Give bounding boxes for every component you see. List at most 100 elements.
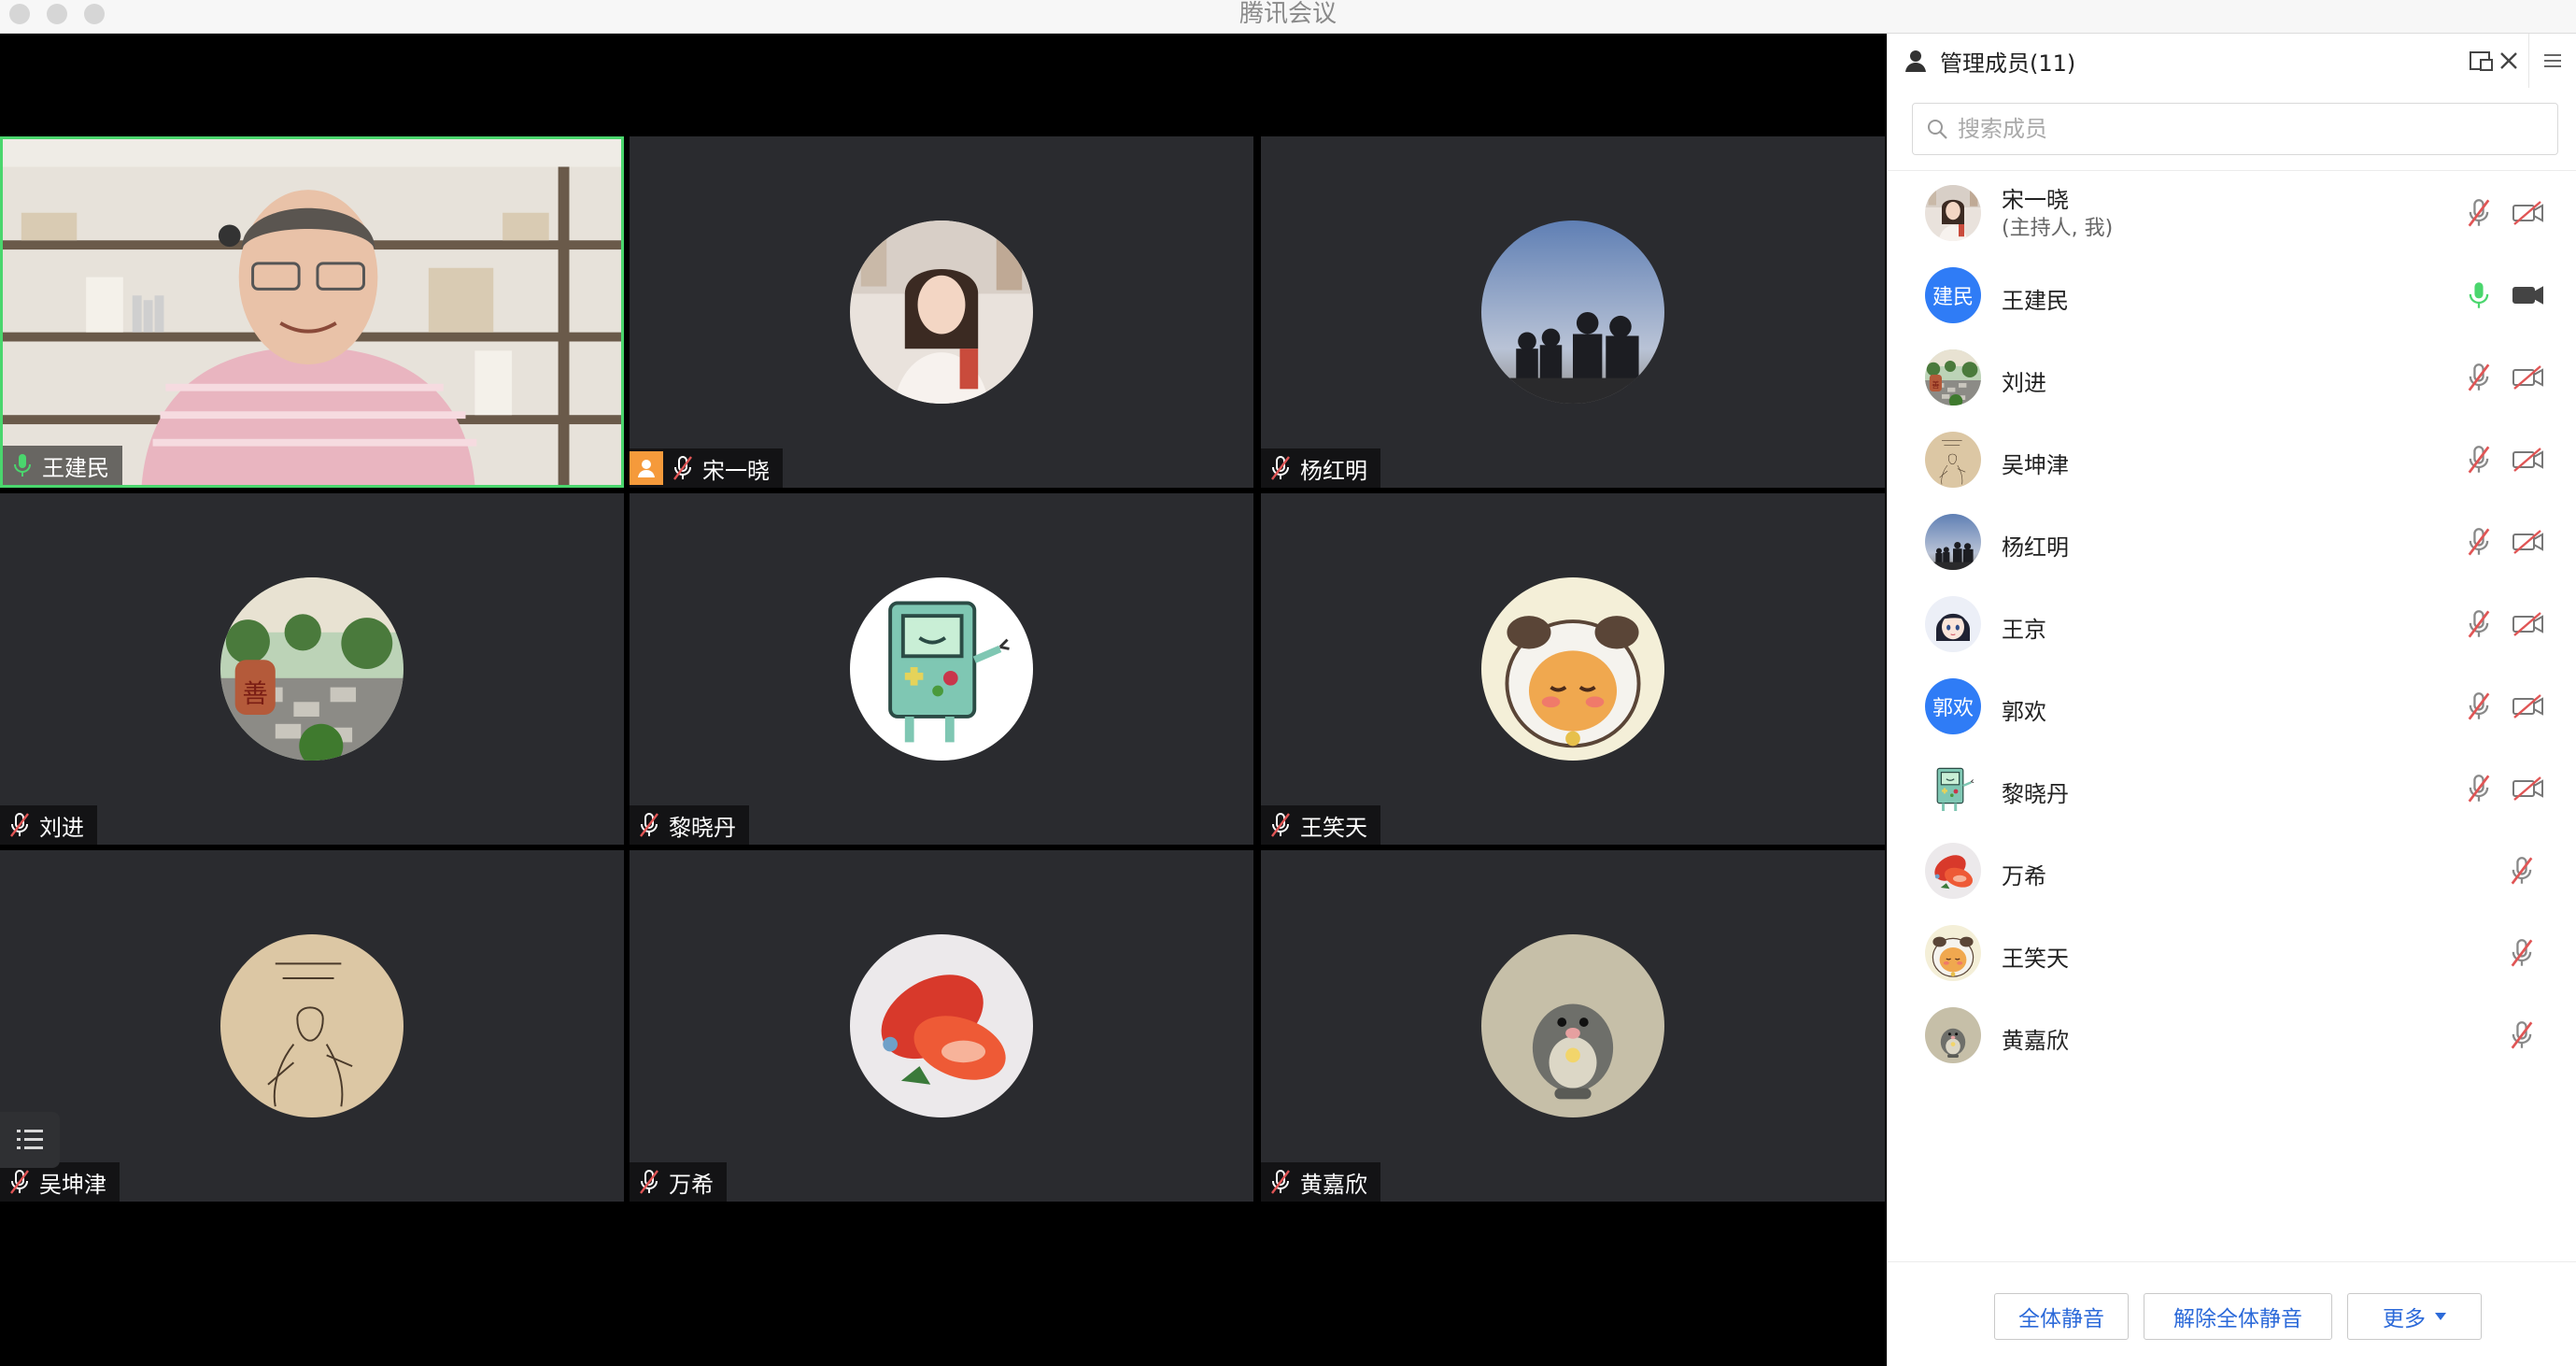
participant-avatar [1481, 577, 1664, 761]
mic-muted-icon[interactable] [2510, 1020, 2534, 1050]
member-avatar [1925, 1007, 1981, 1063]
toggle-list-button[interactable] [0, 1112, 60, 1168]
camera-off-icon[interactable] [2512, 693, 2545, 719]
member-row[interactable]: 郭欢 郭欢 [1888, 665, 2576, 747]
list-icon [17, 1130, 43, 1149]
search-divider [1888, 170, 2576, 171]
video-tile[interactable]: 杨红明 [1261, 136, 1885, 488]
member-avatar: 郭欢 [1925, 678, 1981, 734]
camera-off-icon[interactable] [2512, 775, 2545, 802]
svg-text:善: 善 [243, 679, 268, 708]
name-tag: 黎晓丹 [630, 805, 749, 845]
video-tile[interactable]: 吴坤津 [0, 850, 624, 1202]
member-name: 黄嘉欣 [2002, 1028, 2069, 1054]
members-panel: 管理成员(11) 宋一晓(主持人, 我)建民王建民善刘进吴坤津杨红明王京郭欢郭欢… [1887, 34, 2576, 1366]
search-field[interactable] [1912, 103, 2558, 155]
video-tile[interactable]: 黄嘉欣 [1261, 850, 1885, 1202]
member-name: 宋一晓 [2002, 187, 2069, 213]
caret-down-icon [2435, 1313, 2446, 1320]
footer-divider [1888, 1261, 2576, 1262]
mic-on-icon[interactable] [2467, 280, 2491, 310]
camera-on-icon[interactable] [2512, 282, 2545, 308]
member-avatar: 建民 [1925, 267, 1981, 323]
member-row[interactable]: 王京 [1888, 583, 2576, 665]
svg-text:善: 善 [1932, 380, 1939, 390]
participant-avatar [850, 934, 1033, 1117]
video-tile[interactable]: 善刘进 [0, 493, 624, 845]
member-name: 王京 [2002, 617, 2046, 643]
close-icon[interactable] [2493, 45, 2525, 77]
mic-muted-icon[interactable] [2467, 774, 2491, 804]
video-tile[interactable]: 万希 [630, 850, 1253, 1202]
member-row[interactable]: 吴坤津 [1888, 419, 2576, 501]
camera-off-icon[interactable] [2512, 364, 2545, 391]
participant-name: 吴坤津 [39, 1171, 106, 1198]
mic-muted-icon[interactable] [2467, 363, 2491, 392]
title-bar: 腾讯会议 [0, 0, 2576, 34]
name-tag: 黄嘉欣 [1261, 1162, 1380, 1202]
mic-muted-icon[interactable] [2467, 691, 2491, 721]
member-row[interactable]: 黎晓丹 [1888, 747, 2576, 830]
participant-avatar [1481, 221, 1664, 404]
video-tile[interactable]: 宋一晓 [630, 136, 1253, 488]
mic-muted-icon[interactable] [2467, 445, 2491, 475]
member-name: 万希 [2002, 863, 2046, 889]
mic-muted-icon[interactable] [2510, 938, 2534, 968]
member-row[interactable]: 杨红明 [1888, 501, 2576, 583]
more-button[interactable]: 更多 [2347, 1293, 2482, 1340]
member-name: 王建民 [2002, 288, 2069, 314]
member-avatar [1925, 596, 1981, 652]
participant-name: 黄嘉欣 [1300, 1171, 1367, 1198]
name-tag: 吴坤津 [0, 1162, 120, 1202]
camera-off-icon[interactable] [2512, 200, 2545, 226]
video-tile[interactable]: 王建民 [0, 136, 624, 488]
participant-name: 万希 [669, 1171, 714, 1198]
participant-name: 杨红明 [1300, 457, 1367, 484]
search-icon [1928, 120, 1947, 139]
video-tile[interactable]: 王笑天 [1261, 493, 1885, 845]
name-tag: 宋一晓 [630, 448, 783, 488]
participant-avatar [850, 221, 1033, 404]
video-tile[interactable]: 黎晓丹 [630, 493, 1253, 845]
member-avatar [1925, 432, 1981, 488]
unmute-all-button[interactable]: 解除全体静音 [2144, 1293, 2332, 1340]
name-tag: 万希 [630, 1162, 727, 1202]
mic-muted-icon[interactable] [2467, 609, 2491, 639]
participant-avatar [1481, 934, 1664, 1117]
camera-off-icon[interactable] [2512, 611, 2545, 637]
member-row[interactable]: 王笑天 [1888, 912, 2576, 994]
mic-muted-icon [672, 455, 693, 481]
member-role: (主持人, 我) [2002, 217, 2114, 240]
member-row[interactable]: 宋一晓 (主持人, 我) [1888, 172, 2576, 254]
member-row[interactable]: 建民 王建民 [1888, 254, 2576, 336]
name-tag: 王笑天 [1261, 805, 1380, 845]
search-input[interactable] [1956, 115, 2520, 143]
member-row[interactable]: 善 刘进 [1888, 336, 2576, 419]
mic-muted-icon[interactable] [2510, 856, 2534, 886]
member-avatar [1925, 925, 1981, 981]
camera-off-icon[interactable] [2512, 447, 2545, 473]
window-title: 腾讯会议 [1238, 0, 1337, 28]
popout-icon[interactable] [2465, 45, 2497, 77]
member-avatar [1925, 185, 1981, 241]
camera-off-icon[interactable] [2512, 529, 2545, 555]
mic-muted-icon[interactable] [2467, 198, 2491, 228]
mic-muted-icon [1270, 455, 1291, 481]
participant-name: 黎晓丹 [669, 814, 736, 841]
participant-name: 王建民 [42, 454, 109, 481]
participant-avatar [220, 934, 403, 1117]
participant-name: 宋一晓 [702, 457, 770, 484]
name-tag: 王建民 [3, 446, 122, 485]
member-row[interactable]: 黄嘉欣 [1888, 994, 2576, 1076]
member-row[interactable]: 万希 [1888, 830, 2576, 912]
member-avatar [1925, 843, 1981, 899]
menu-icon[interactable] [2537, 45, 2569, 77]
mic-muted-icon[interactable] [2467, 527, 2491, 557]
member-name: 杨红明 [2002, 534, 2069, 561]
member-name: 郭欢 [2002, 699, 2046, 725]
participant-avatar [850, 577, 1033, 761]
mute-all-button[interactable]: 全体静音 [1994, 1293, 2129, 1340]
participant-name: 王笑天 [1300, 814, 1367, 841]
member-avatar [1925, 761, 1981, 817]
camera-feed [3, 139, 621, 485]
